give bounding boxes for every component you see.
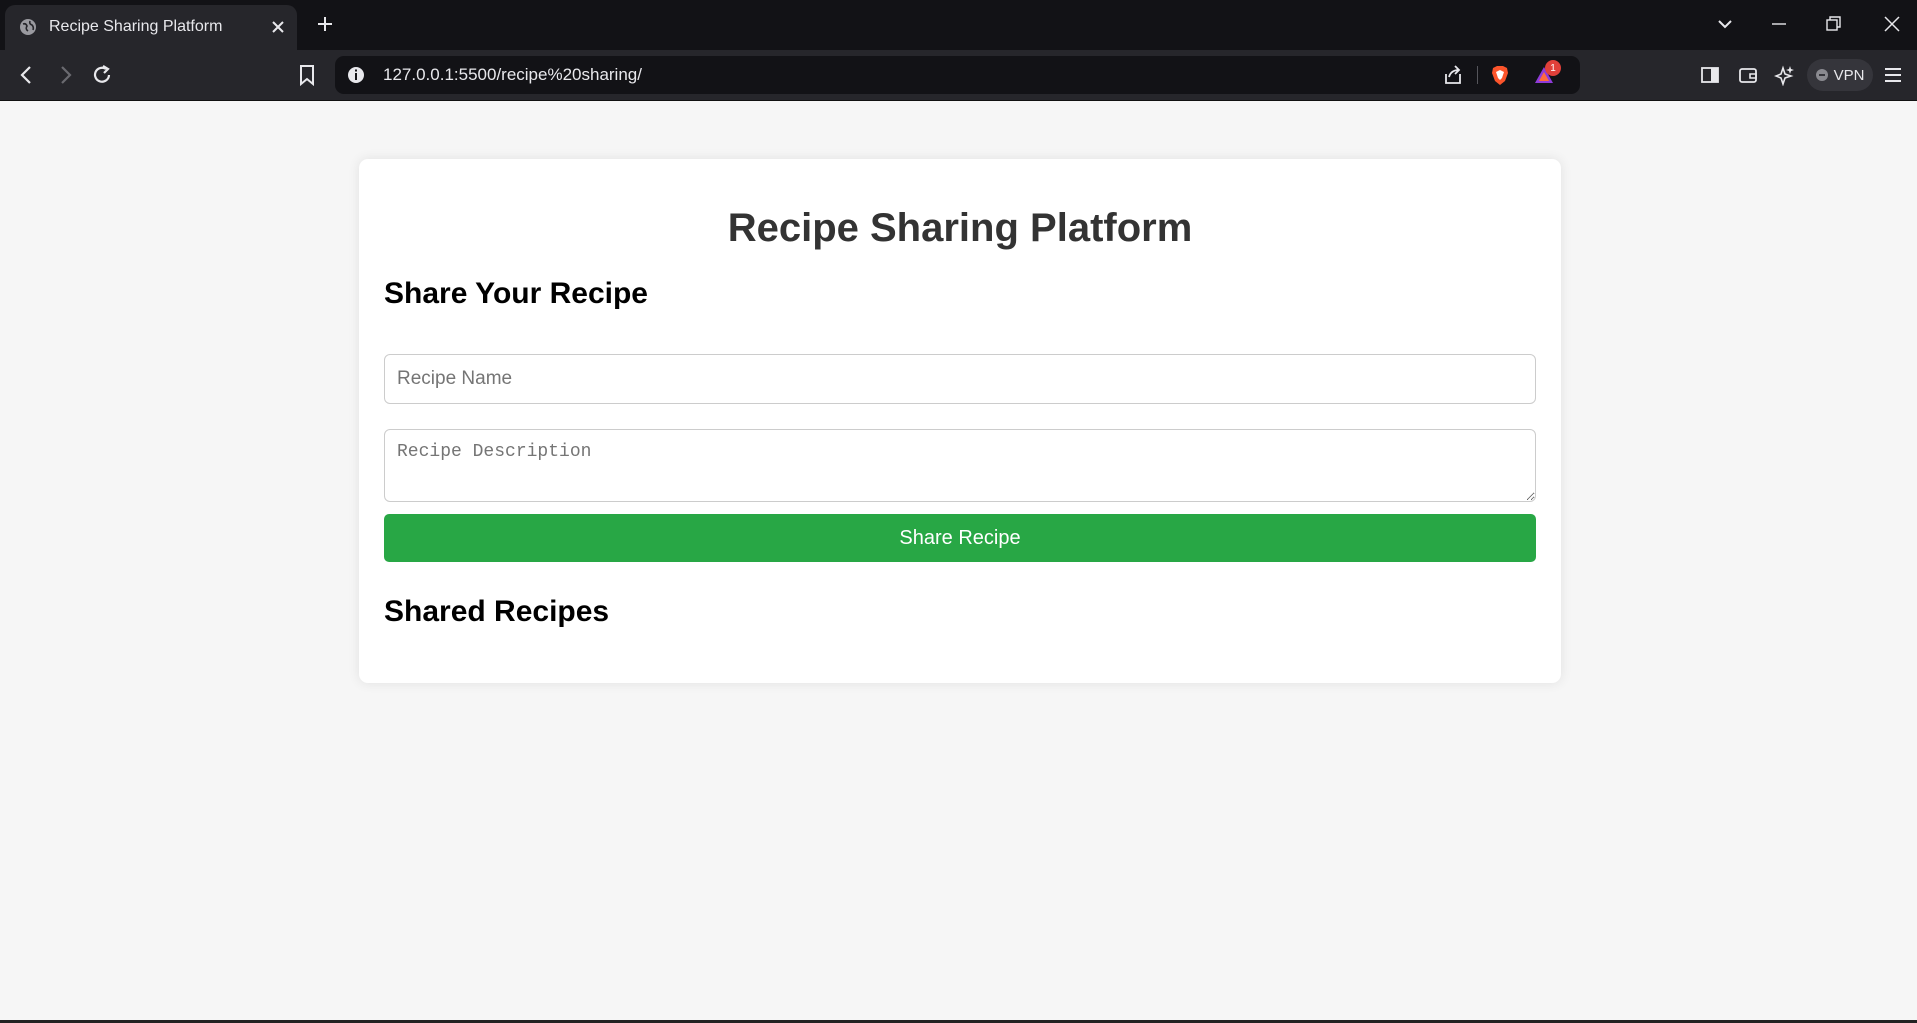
chevron-down-icon[interactable] [1716,15,1734,33]
share-recipe-button[interactable]: Share Recipe [384,514,1536,562]
plus-icon[interactable] [316,15,334,33]
reload-icon[interactable] [91,64,113,86]
recipe-name-input[interactable] [384,354,1536,404]
share-section-heading: Share Your Recipe [384,277,648,310]
vpn-button[interactable]: VPN [1807,59,1873,91]
close-icon[interactable] [270,19,286,35]
share-icon[interactable] [1442,64,1464,86]
bookmark-icon[interactable] [296,64,318,86]
info-icon[interactable] [345,64,367,86]
browser-tab-bar: Recipe Sharing Platform [0,0,1917,50]
browser-toolbar: 127.0.0.1:5500/recipe%20sharing/ 1 VPN [0,50,1917,101]
recipe-description-textarea[interactable] [384,429,1536,502]
browser-tab[interactable]: Recipe Sharing Platform [5,5,297,50]
brave-shield-icon[interactable] [1489,64,1511,86]
page-title: Recipe Sharing Platform [727,206,1193,250]
window-close-icon[interactable] [1883,15,1901,33]
rewards-badge: 1 [1545,60,1561,76]
minimize-icon[interactable] [1770,15,1788,33]
url-text[interactable]: 127.0.0.1:5500/recipe%20sharing/ [383,65,642,85]
globe-icon [20,19,36,35]
recipe-card: Recipe Sharing Platform Share Your Recip… [359,159,1561,683]
address-bar[interactable]: 127.0.0.1:5500/recipe%20sharing/ [335,56,1580,94]
divider [1477,66,1478,84]
leo-ai-icon[interactable] [1774,64,1796,86]
shared-recipes-heading: Shared Recipes [384,595,610,628]
menu-icon[interactable] [1882,64,1904,86]
vpn-label: VPN [1833,66,1865,84]
tab-title: Recipe Sharing Platform [49,18,223,35]
vpn-status-icon [1815,69,1828,81]
wallet-icon[interactable] [1737,64,1759,86]
sidebar-icon[interactable] [1699,64,1721,86]
restore-icon[interactable] [1824,15,1842,33]
forward-icon[interactable] [54,64,76,86]
back-icon[interactable] [16,64,38,86]
